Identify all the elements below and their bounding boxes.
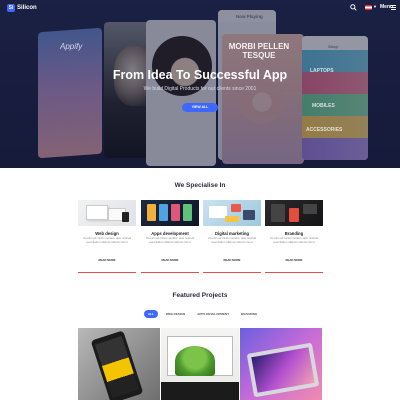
service-image bbox=[203, 200, 261, 226]
service-text: Ut enim ad minim veniam, quis nostrud ex… bbox=[82, 236, 132, 244]
featured-title: Featured Projects bbox=[172, 292, 228, 299]
service-card-branding: Branding Ut enim ad minim veniam, quis n… bbox=[265, 200, 323, 274]
logo[interactable]: Si Silicon bbox=[7, 4, 37, 12]
specialise-title: We Specialise In bbox=[174, 182, 226, 189]
read-more-link[interactable]: READ MORE bbox=[141, 258, 199, 262]
screen-label-morbi: MORBI PELLEN TESQUE bbox=[228, 42, 290, 60]
app-screen-shop bbox=[302, 36, 368, 160]
logo-mark: Si bbox=[7, 4, 15, 12]
project-thumbnail[interactable] bbox=[240, 328, 322, 400]
service-image bbox=[78, 200, 136, 226]
hero-subtitle: We build Digital Products for our client… bbox=[143, 86, 257, 92]
screen-label-mobiles: MOBILES bbox=[312, 103, 335, 109]
card-divider bbox=[78, 272, 136, 273]
service-card-apps: Apps development Ut enim ad minim veniam… bbox=[141, 200, 199, 274]
service-text: Ut enim ad minim veniam, quis nostrud ex… bbox=[145, 236, 195, 244]
service-text: Ut enim ad minim veniam, quis nostrud ex… bbox=[207, 236, 257, 244]
service-image bbox=[141, 200, 199, 226]
screen-label-shop: Shop bbox=[328, 44, 338, 49]
screen-label-accessories: ACCESSORIES bbox=[306, 127, 343, 133]
service-card-web-design: Web design Ut enim ad minim veniam, quis… bbox=[78, 200, 136, 274]
screen-label-appify: Appify bbox=[60, 42, 83, 51]
search-icon[interactable] bbox=[350, 4, 357, 11]
plant-image bbox=[175, 346, 215, 376]
service-text: Ut enim ad minim veniam, quis nostrud ex… bbox=[269, 236, 319, 244]
project-thumbnail[interactable] bbox=[161, 328, 239, 400]
hero-title: From Idea To Successful App bbox=[112, 68, 288, 82]
project-filters: ALL WEB DESIGN APPS DEVELOPMENT BRANDING bbox=[144, 310, 261, 318]
card-divider bbox=[265, 272, 323, 273]
top-navbar: Si Silicon ▼ Menu bbox=[0, 0, 400, 16]
filter-apps-development[interactable]: APPS DEVELOPMENT bbox=[193, 310, 233, 318]
filter-all[interactable]: ALL bbox=[144, 310, 158, 318]
chevron-down-icon[interactable]: ▼ bbox=[373, 4, 377, 9]
card-divider bbox=[141, 272, 199, 273]
filter-web-design[interactable]: WEB DESIGN bbox=[162, 310, 189, 318]
app-screen-player bbox=[218, 10, 276, 160]
project-thumbnail[interactable] bbox=[78, 328, 160, 400]
hero-section: Appify Now Playing MORBI PELLEN TESQUE S… bbox=[0, 0, 400, 168]
service-image bbox=[265, 200, 323, 226]
service-card-marketing: Digital marketing Ut enim ad minim venia… bbox=[203, 200, 261, 274]
read-more-link[interactable]: READ MORE bbox=[203, 258, 261, 262]
language-flag-icon[interactable] bbox=[365, 5, 372, 10]
read-more-link[interactable]: READ MORE bbox=[78, 258, 136, 262]
card-divider bbox=[203, 272, 261, 273]
filter-branding[interactable]: BRANDING bbox=[237, 310, 261, 318]
hamburger-icon[interactable] bbox=[391, 5, 396, 10]
logo-text: Silicon bbox=[17, 5, 37, 11]
hero-cta-button[interactable]: VIEW ALL bbox=[182, 103, 218, 112]
app-screen-portrait bbox=[146, 20, 216, 166]
read-more-link[interactable]: READ MORE bbox=[265, 258, 323, 262]
